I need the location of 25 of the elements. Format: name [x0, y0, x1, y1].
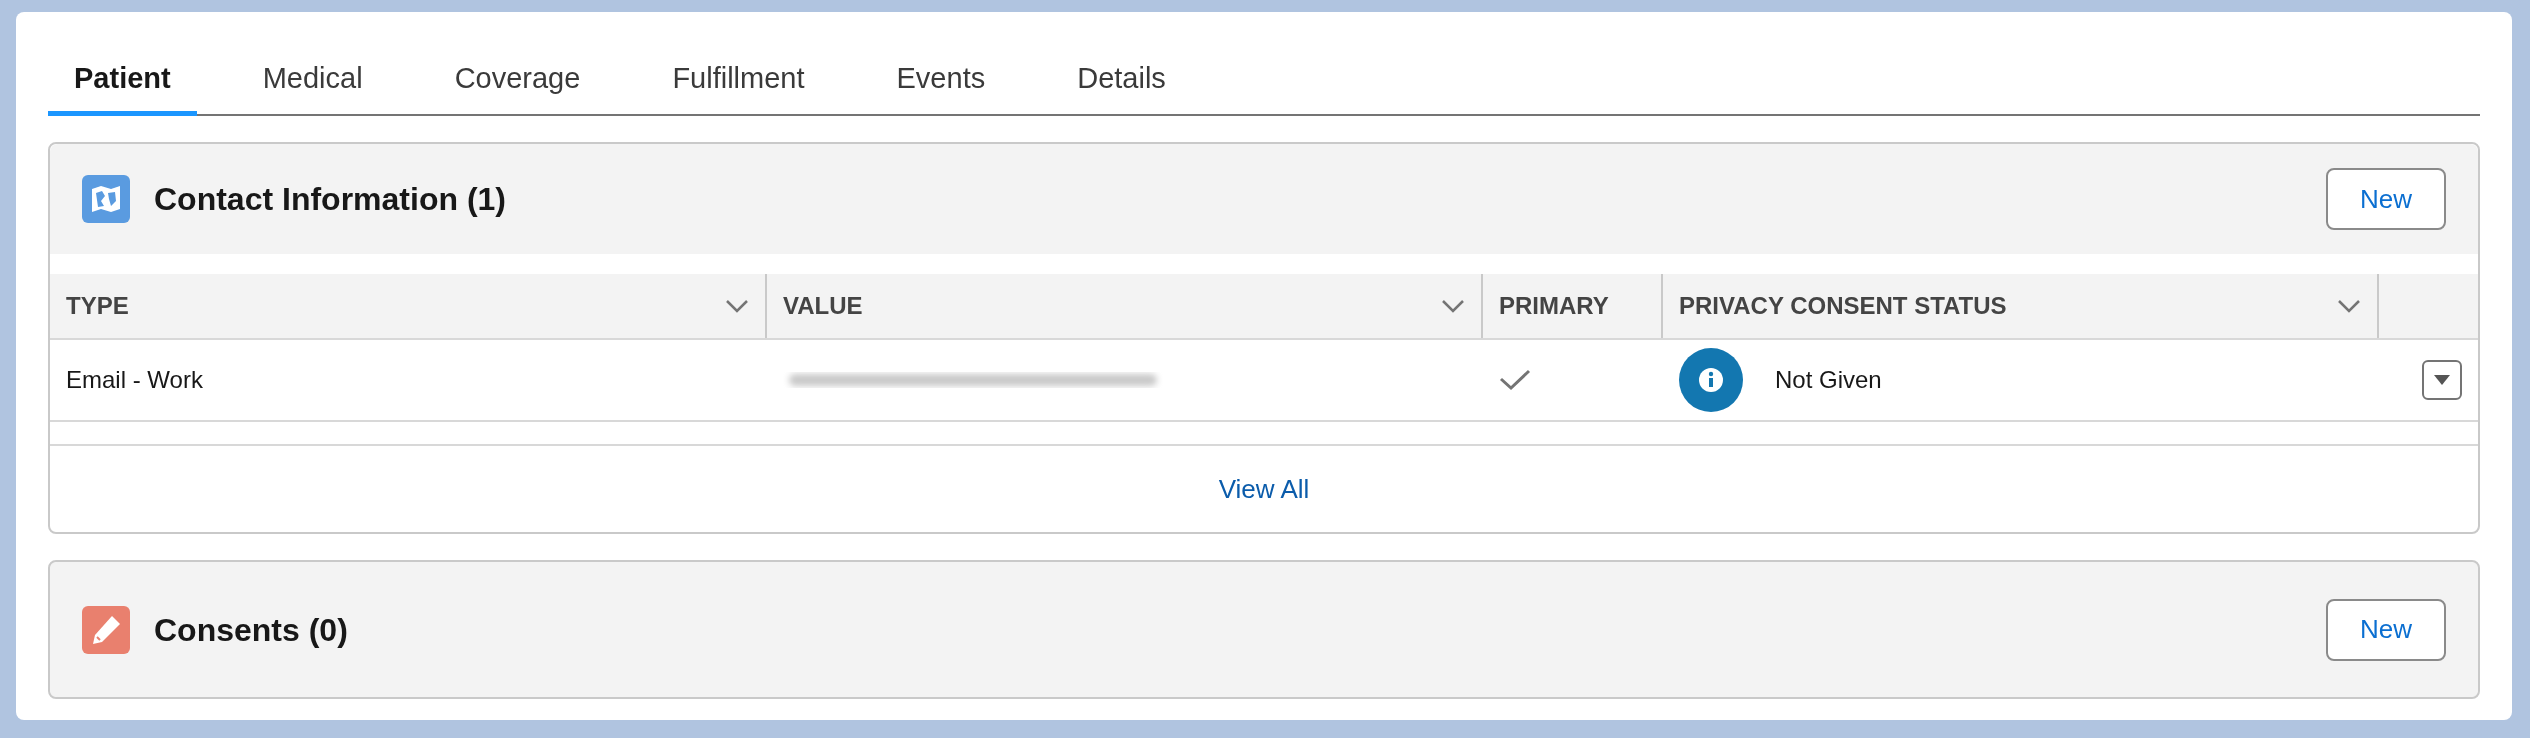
column-header[interactable]: PRIMARY: [1483, 274, 1663, 338]
chevron-down-icon[interactable]: [1441, 299, 1465, 313]
card-title: Consents (0): [154, 610, 348, 650]
tab[interactable]: Coverage: [428, 46, 607, 116]
new-button[interactable]: New: [2326, 168, 2446, 230]
map-icon: [82, 175, 130, 223]
chevron-down-icon[interactable]: [2337, 299, 2361, 313]
tab[interactable]: Events: [870, 46, 1012, 116]
column-header[interactable]: TYPE: [50, 274, 767, 338]
column-header[interactable]: VALUE: [767, 274, 1483, 338]
info-icon: [1679, 348, 1743, 412]
tab[interactable]: Details: [1051, 46, 1192, 116]
column-header[interactable]: PRIVACY CONSENT STATUS: [1663, 274, 2379, 338]
tab[interactable]: Medical: [236, 46, 389, 116]
table-cell-text: Email - Work: [65, 365, 204, 395]
card-title: Contact Information (1): [154, 180, 506, 219]
view-all-link[interactable]: View All: [1218, 469, 1310, 509]
caret-down-icon: [2433, 374, 2451, 386]
chevron-down-icon[interactable]: [725, 299, 749, 313]
tab[interactable]: Patient: [48, 46, 197, 116]
row-actions-button[interactable]: [2422, 360, 2462, 400]
pencil-icon: [82, 605, 130, 654]
tab[interactable]: Fulfillment: [646, 46, 831, 116]
table-cell-text: Not Given: [1775, 365, 1882, 395]
new-button[interactable]: New: [2326, 598, 2446, 661]
